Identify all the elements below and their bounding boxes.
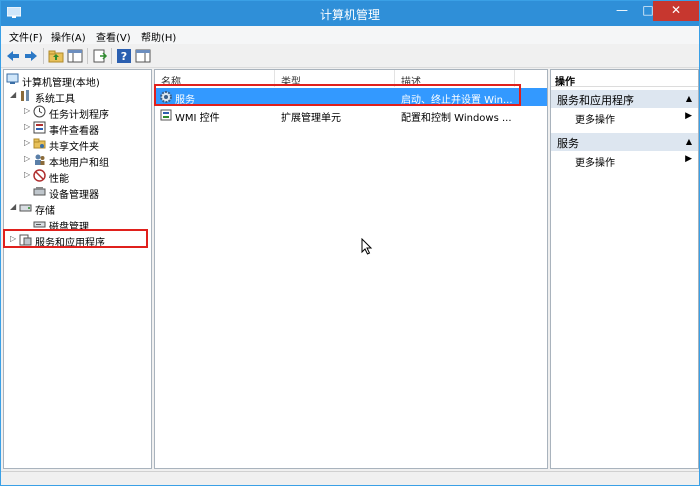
collapsed-arrow-icon[interactable]: ▷	[24, 106, 32, 115]
tree-item-task-scheduler[interactable]: ▷ 任务计划程序	[24, 104, 150, 121]
tree-item-event-viewer[interactable]: ▷ 事件查看器	[24, 120, 150, 137]
mouse-cursor-icon	[361, 238, 373, 255]
collapse-caret-icon[interactable]: ▲	[686, 137, 692, 146]
collapse-caret-icon[interactable]: ▲	[686, 94, 692, 103]
tree-item-shared-folders[interactable]: ▷ 共享文件夹	[24, 136, 150, 153]
tree-item-device-manager[interactable]: 设备管理器	[24, 184, 150, 201]
collapsed-arrow-icon[interactable]: ▷	[24, 170, 32, 179]
tree-label: 存储	[35, 206, 55, 217]
console-tree-pane: 计算机管理(本地) ◢ 系统工具 ▷ 任务计划程序 ▷ 事件查看器 ▷ 共享文件…	[3, 69, 152, 469]
status-bar	[1, 471, 699, 485]
storage-icon	[19, 204, 32, 212]
section-label: 服务和应用程序	[557, 94, 634, 107]
toolbar-separator	[43, 48, 44, 64]
computer-management-window: 计算机管理 — □ ✕ 文件(F) 操作(A) 查看(V) 帮助(H) ? 计算…	[0, 0, 700, 486]
section-label: 服务	[557, 137, 579, 150]
window-title: 计算机管理	[319, 8, 380, 22]
svg-text:?: ?	[121, 50, 127, 63]
system-tools-icon	[21, 90, 29, 101]
collapsed-arrow-icon[interactable]: ▷	[24, 122, 32, 131]
menu-file[interactable]: 文件(F)	[9, 29, 43, 44]
tree-label: 事件查看器	[49, 126, 99, 137]
close-icon: ✕	[670, 3, 682, 17]
cell-name: WMI 控件	[175, 113, 220, 124]
back-arrow-icon[interactable]	[5, 48, 21, 64]
menu-view[interactable]: 查看(V)	[96, 29, 131, 44]
actions-section-services-and-applications[interactable]: 服务和应用程序 ▲	[551, 90, 698, 108]
tree-item-computer-management[interactable]: 计算机管理(本地)	[6, 72, 151, 89]
shared-folder-icon	[33, 138, 46, 149]
up-folder-icon[interactable]	[48, 48, 64, 64]
results-list-pane: 名称 类型 描述 服务 启动、终止并设置 Win... WMI 控件 扩展管理单…	[154, 69, 548, 469]
more-actions-link[interactable]: 更多操作	[575, 154, 615, 169]
toolbar-separator	[87, 48, 88, 64]
tree-label: 任务计划程序	[49, 110, 109, 121]
tree-label: 本地用户和组	[49, 158, 109, 169]
maximize-icon: □	[642, 3, 654, 17]
more-actions-link[interactable]: 更多操作	[575, 111, 615, 126]
toolbar: ?	[1, 44, 699, 68]
performance-icon	[33, 169, 46, 182]
help-icon[interactable]: ?	[116, 48, 132, 64]
title-bar[interactable]: 计算机管理 — □ ✕	[1, 1, 699, 26]
tree-item-performance[interactable]: ▷ 性能	[24, 168, 150, 185]
minimize-button[interactable]: —	[609, 1, 635, 21]
device-manager-icon	[33, 187, 46, 196]
highlight-box-services-row	[154, 84, 521, 106]
tree-item-storage[interactable]: ◢ 存储	[10, 200, 150, 217]
actions-section-services[interactable]: 服务 ▲	[551, 133, 698, 151]
submenu-arrow-icon[interactable]: ▶	[685, 111, 692, 121]
actions-pane: 操作 服务和应用程序 ▲ 更多操作 ▶ 服务 ▲ 更多操作 ▶	[550, 69, 699, 469]
menu-help[interactable]: 帮助(H)	[141, 29, 176, 44]
list-row-wmi-control[interactable]: WMI 控件 扩展管理单元 配置和控制 Windows ...	[155, 106, 547, 124]
export-list-icon[interactable]	[92, 48, 108, 64]
submenu-arrow-icon[interactable]: ▶	[685, 154, 692, 164]
show-hide-console-tree-icon[interactable]	[67, 48, 83, 64]
tree-label: 共享文件夹	[49, 142, 99, 153]
menu-bar: 文件(F) 操作(A) 查看(V) 帮助(H)	[1, 26, 699, 44]
expanded-arrow-icon[interactable]: ◢	[10, 202, 18, 211]
tree-label: 计算机管理(本地)	[22, 78, 100, 89]
highlight-box-services-and-applications	[3, 229, 148, 248]
show-hide-action-pane-icon[interactable]	[135, 48, 151, 64]
forward-arrow-icon[interactable]	[23, 48, 39, 64]
expanded-arrow-icon[interactable]: ◢	[10, 90, 18, 99]
menu-action[interactable]: 操作(A)	[51, 29, 86, 44]
computer-management-icon	[6, 73, 19, 84]
tree-item-system-tools[interactable]: ◢ 系统工具	[10, 88, 150, 105]
cell-description: 配置和控制 Windows ...	[401, 113, 512, 124]
collapsed-arrow-icon[interactable]: ▷	[24, 154, 32, 163]
cell-type: 扩展管理单元	[281, 113, 341, 124]
tree-label: 系统工具	[35, 94, 75, 105]
tree-label: 性能	[49, 174, 69, 185]
collapsed-arrow-icon[interactable]: ▷	[24, 138, 32, 147]
toolbar-separator	[111, 48, 112, 64]
event-viewer-icon	[33, 121, 46, 134]
wmi-control-icon	[160, 109, 172, 121]
tree-label: 设备管理器	[49, 190, 99, 201]
users-icon	[35, 154, 45, 165]
tree-item-local-users[interactable]: ▷ 本地用户和组	[24, 152, 150, 169]
clock-icon	[33, 105, 46, 118]
minimize-icon: —	[616, 3, 628, 17]
actions-header: 操作	[551, 70, 698, 88]
close-button[interactable]: ✕	[653, 1, 699, 21]
